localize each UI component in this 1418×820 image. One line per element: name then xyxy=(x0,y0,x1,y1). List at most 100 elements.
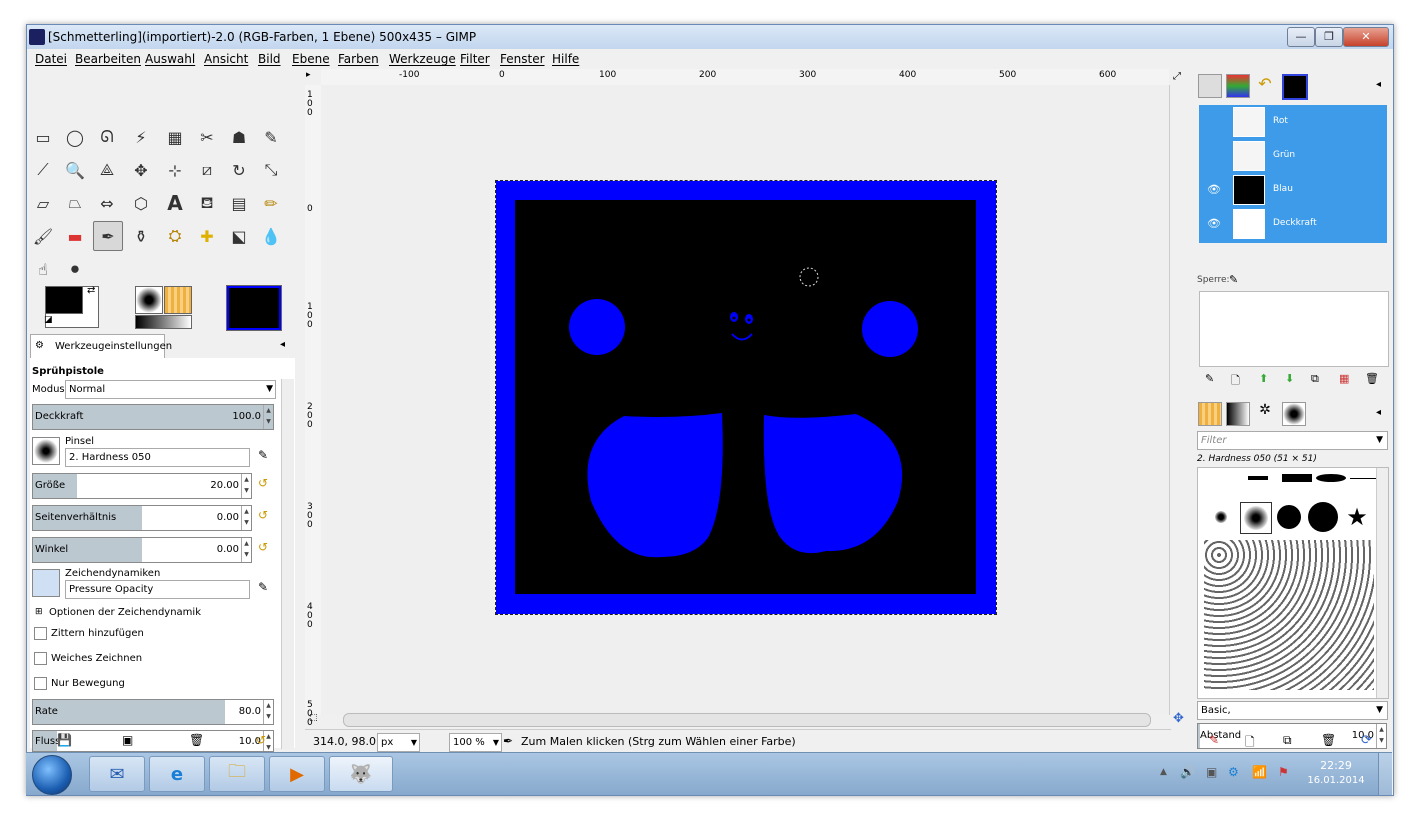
channel-row[interactable]: 👁 Deckkraft xyxy=(1199,207,1387,241)
brush-tag-input[interactable]: Basic, ▼ xyxy=(1197,701,1388,720)
shear-icon[interactable]: ▱ xyxy=(30,190,56,216)
taskbar-thunderbird-icon[interactable]: ✉ xyxy=(89,756,145,792)
dynamics-button[interactable] xyxy=(32,569,60,597)
foreground-color-swatch[interactable] xyxy=(45,286,83,314)
volume-icon[interactable]: 🔊 xyxy=(1180,765,1195,779)
reset-options-icon[interactable]: ↺ xyxy=(256,733,266,747)
raise-channel-icon[interactable]: ⬆ xyxy=(1259,372,1268,385)
lower-channel-icon[interactable]: ⬇ xyxy=(1285,372,1294,385)
channel-row[interactable]: Rot xyxy=(1199,105,1387,139)
show-desktop-button[interactable] xyxy=(1378,753,1393,795)
color-picker-icon[interactable]: ⟋ xyxy=(30,157,56,183)
size-slider[interactable]: Größe 20.00 ▲ ▼ xyxy=(32,473,252,499)
eye-icon[interactable]: 👁 xyxy=(1207,217,1221,230)
blur-sharpen-icon[interactable]: 💧 xyxy=(258,223,284,249)
opacity-spin[interactable]: ▲ ▼ xyxy=(263,405,273,429)
action-center-icon[interactable]: ⚑ xyxy=(1278,765,1289,779)
smudge-icon[interactable]: ☝ xyxy=(30,256,56,282)
lock-pixels-icon[interactable]: ✎ xyxy=(1229,273,1238,286)
expand-icon[interactable]: ⊞ xyxy=(35,607,43,617)
edit-dynamics-icon[interactable]: ✎ xyxy=(258,580,268,594)
color-select-icon[interactable]: ▦ xyxy=(162,124,188,150)
heal-icon[interactable]: ✚ xyxy=(194,223,220,249)
angle-spin[interactable]: ▲ ▼ xyxy=(241,538,251,562)
quick-mask-menu-icon[interactable]: ▸ xyxy=(306,70,311,80)
spacing-spin[interactable]: ▲ ▼ xyxy=(1376,724,1386,748)
cage-transform-icon[interactable]: ⬡ xyxy=(128,190,154,216)
move-icon[interactable]: ✥ xyxy=(128,157,154,183)
brush-button[interactable] xyxy=(32,437,60,465)
menu-farben[interactable]: Farben xyxy=(338,52,379,66)
delete-channel-icon[interactable]: 🗑 xyxy=(1365,372,1379,385)
menu-ansicht[interactable]: Ansicht xyxy=(204,52,248,66)
taskbar-gimp-icon[interactable]: 🐺 xyxy=(329,756,393,792)
angle-slider[interactable]: Winkel 0.00 ▲ ▼ xyxy=(32,537,252,563)
ellipse-select-icon[interactable]: ◯ xyxy=(62,124,88,150)
scissors-select-icon[interactable]: ✂ xyxy=(194,124,220,150)
edit-channel-icon[interactable]: ✎ xyxy=(1205,372,1214,385)
active-image-thumbnail[interactable] xyxy=(226,285,282,331)
align-icon[interactable]: ⊹ xyxy=(162,157,188,183)
undo-history-tab-icon[interactable]: ↶ xyxy=(1254,74,1276,96)
paintbrush-icon[interactable]: 🖌 xyxy=(30,223,56,249)
aspect-spin[interactable]: ▲ ▼ xyxy=(241,506,251,530)
bucket-fill-icon[interactable]: ⛾ xyxy=(194,190,220,216)
text-tool-icon[interactable]: A xyxy=(162,190,188,216)
jitter-checkbox[interactable] xyxy=(34,627,47,640)
crop-icon[interactable]: ⧄ xyxy=(194,157,220,183)
reset-aspect-icon[interactable]: ↺ xyxy=(258,508,268,522)
navigate-icon[interactable]: ✥ xyxy=(1173,711,1184,726)
clock-date[interactable]: 16.01.2014 xyxy=(1304,775,1368,786)
ruler-horizontal[interactable]: -100 0 100 200 300 400 500 600 xyxy=(321,69,1169,86)
rect-select-icon[interactable]: ▭ xyxy=(30,124,56,150)
rate-spin[interactable]: ▲ ▼ xyxy=(263,700,273,724)
delete-brush-icon[interactable]: 🗑 xyxy=(1321,733,1336,747)
tool-options-tab[interactable]: ⚙ Werkzeugeinstellungen xyxy=(30,334,172,359)
size-spin[interactable]: ▲ ▼ xyxy=(241,474,251,498)
dock-menu-icon[interactable]: ◂ xyxy=(1376,79,1381,90)
delete-options-icon[interactable]: 🗑 xyxy=(189,733,204,747)
motion-only-checkbox[interactable] xyxy=(34,677,47,690)
channels-tab-icon[interactable] xyxy=(1226,74,1250,98)
edit-brush-icon[interactable]: ✎ xyxy=(258,448,268,462)
clone-icon[interactable]: ⛭ xyxy=(162,223,188,249)
brush-field[interactable]: 2. Hardness 050 xyxy=(65,448,250,467)
mode-select[interactable]: Normal ▼ xyxy=(65,380,276,399)
layers-tab-icon[interactable] xyxy=(1198,74,1222,98)
eye-icon[interactable]: 👁 xyxy=(1207,183,1221,196)
menu-fenster[interactable]: Fenster xyxy=(500,52,545,66)
tab-menu-icon[interactable]: ◂ xyxy=(280,339,285,350)
brush-item[interactable] xyxy=(1282,474,1312,482)
menu-filter[interactable]: Filter xyxy=(460,52,490,66)
fonts-tab-icon[interactable]: ✲ xyxy=(1254,402,1276,424)
removable-device-icon[interactable]: ▣ xyxy=(1206,765,1217,779)
close-button[interactable]: ✕ xyxy=(1343,27,1389,47)
edit-brush-dock-icon[interactable]: ✎ xyxy=(1209,733,1219,747)
new-brush-icon[interactable]: 🗋 xyxy=(1245,733,1255,754)
save-options-icon[interactable]: 💾 xyxy=(57,733,72,747)
channel-row[interactable]: Grün xyxy=(1199,139,1387,173)
rotate-icon[interactable]: ↻ xyxy=(226,157,252,183)
dodge-burn-icon[interactable]: ⚫ xyxy=(62,256,88,282)
free-select-icon[interactable]: ᘏ xyxy=(94,124,120,150)
rate-slider[interactable]: Rate 80.0 ▲ ▼ xyxy=(32,699,274,725)
aspect-slider[interactable]: Seitenverhältnis 0.00 ▲ ▼ xyxy=(32,505,252,531)
canvas-area[interactable] xyxy=(321,85,1169,715)
reset-angle-icon[interactable]: ↺ xyxy=(258,540,268,554)
start-button[interactable] xyxy=(32,755,72,795)
menu-bild[interactable]: Bild xyxy=(258,52,281,66)
eraser-icon[interactable]: ▬ xyxy=(62,223,88,249)
smooth-checkbox[interactable] xyxy=(34,652,47,665)
signal-icon[interactable]: 📶 xyxy=(1252,765,1267,779)
spacing-slider[interactable]: Abstand 10.0 ▲ ▼ xyxy=(1197,723,1387,749)
menu-auswahl[interactable]: Auswahl xyxy=(145,52,195,66)
brush-item[interactable]: ★ xyxy=(1342,502,1372,532)
ink-icon[interactable]: ⚱ xyxy=(128,223,154,249)
brush-filter-input[interactable]: Filter ▼ xyxy=(1197,431,1388,450)
fuzzy-select-icon[interactable]: ⚡ xyxy=(128,124,154,150)
unit-select[interactable]: px ▼ xyxy=(377,733,420,752)
taskbar-media-player-icon[interactable]: ▶ xyxy=(269,756,325,792)
brushes-tab-icon[interactable] xyxy=(1282,402,1306,426)
clock-time[interactable]: 22:29 xyxy=(1312,759,1360,772)
zoom-fit-icon[interactable]: ⤢ xyxy=(1173,71,1181,82)
